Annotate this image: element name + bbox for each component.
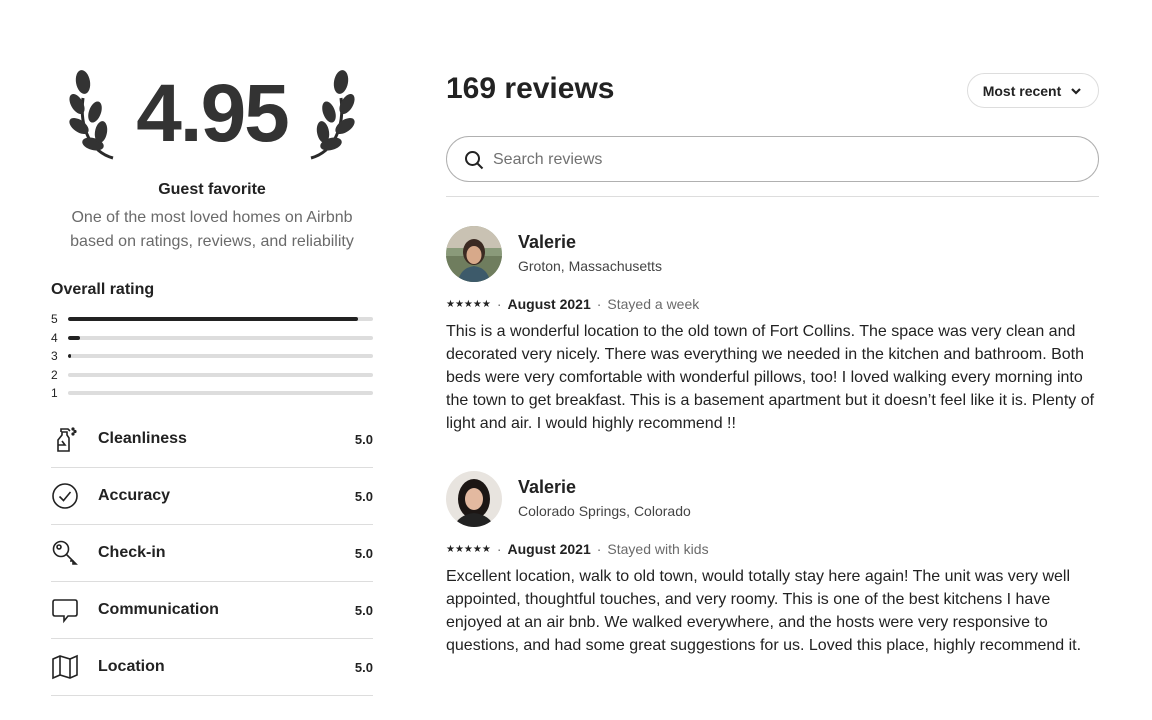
category-ratings: Cleanliness 5.0 Accuracy 5.0 Check-in 5.…	[51, 411, 373, 696]
distribution-row-2: 2	[51, 367, 373, 386]
distribution-fill	[68, 335, 81, 340]
category-label: Cleanliness	[98, 430, 187, 447]
guest-favorite-desc-line1: One of the most loved homes on Airbnb	[71, 209, 353, 226]
sort-dropdown-button[interactable]: Most recent	[967, 73, 1099, 108]
distribution-label: 3	[51, 349, 58, 363]
distribution-track	[68, 335, 373, 340]
distribution-track	[68, 391, 373, 395]
reviewer-location: Groton, Massachusetts	[518, 258, 662, 274]
distribution-track	[68, 317, 373, 321]
guest-favorite-hero: 4.95	[51, 60, 373, 170]
distribution-label: 1	[51, 386, 58, 400]
sort-label: Most recent	[982, 82, 1062, 99]
review-date: August 2021	[507, 541, 591, 557]
divider	[446, 196, 1099, 197]
distribution-row-3: 3	[51, 348, 373, 367]
category-label: Location	[98, 658, 165, 675]
distribution-fill	[68, 354, 72, 358]
distribution-label: 5	[51, 312, 58, 326]
distribution-label: 2	[51, 367, 58, 382]
chat-bubble-icon	[52, 599, 78, 624]
category-value: 5.0	[354, 603, 373, 618]
distribution-label: 4	[51, 330, 58, 345]
laurel-right-icon	[310, 70, 355, 160]
distribution-row-4: 4	[51, 330, 373, 349]
category-accuracy: Accuracy 5.0	[51, 468, 373, 525]
distribution-track	[68, 372, 373, 377]
category-value: 5.0	[354, 489, 373, 504]
distribution-row-5: 5	[51, 311, 373, 330]
avatar[interactable]	[446, 471, 502, 527]
reviews-count-title: 169 reviews	[446, 72, 615, 105]
reviewer-location: Colorado Springs, Colorado	[518, 503, 691, 519]
check-circle-icon	[52, 483, 78, 509]
distribution-fill	[68, 317, 358, 321]
overall-rating-title: Overall rating	[51, 281, 155, 298]
review-date: August 2021	[507, 296, 591, 312]
reviewer-name: Valerie	[518, 232, 577, 252]
category-value: 5.0	[354, 660, 373, 675]
category-label: Check-in	[98, 544, 166, 561]
rating-distribution: 5 4 3 2 1	[51, 311, 373, 404]
avatar[interactable]	[446, 226, 502, 282]
separator-dot: ·	[496, 296, 502, 312]
separator-dot: ·	[596, 296, 602, 312]
category-label: Communication	[98, 601, 219, 618]
map-icon	[52, 654, 78, 680]
stay-type: Stayed a week	[607, 296, 700, 312]
guest-favorite-description: One of the most loved homes on Airbnb ba…	[51, 206, 373, 254]
chevron-down-icon	[1071, 87, 1082, 95]
search-reviews-input[interactable]	[493, 147, 1073, 173]
reviewer-name: Valerie	[518, 477, 577, 497]
distribution-track	[68, 354, 373, 358]
category-value: 5.0	[354, 546, 373, 561]
category-check-in: Check-in 5.0	[51, 525, 373, 582]
guest-favorite-desc-line2: based on ratings, reviews, and reliabili…	[70, 233, 354, 250]
star-rating-icon: ★★★★★	[446, 298, 491, 310]
search-icon	[465, 151, 484, 170]
key-icon	[52, 540, 78, 565]
category-location: Location 5.0	[51, 639, 373, 696]
category-cleanliness: Cleanliness 5.0	[51, 411, 373, 468]
star-rating-icon: ★★★★★	[446, 543, 491, 555]
guest-favorite-title: Guest favorite	[158, 181, 266, 198]
review-text: This is a wonderful location to the old …	[446, 323, 1095, 432]
review-text: Excellent location, walk to old town, wo…	[446, 568, 1082, 654]
review-meta: ★★★★★ · August 2021 · Stayed a week	[446, 296, 699, 312]
category-value: 5.0	[354, 432, 373, 447]
distribution-row-1: 1	[51, 385, 373, 404]
review-meta: ★★★★★ · August 2021 · Stayed with kids	[446, 541, 709, 557]
search-reviews-box[interactable]	[446, 136, 1099, 182]
spray-bottle-icon	[57, 427, 77, 452]
category-communication: Communication 5.0	[51, 582, 373, 639]
category-label: Accuracy	[98, 487, 171, 504]
stay-type: Stayed with kids	[607, 541, 709, 557]
separator-dot: ·	[596, 541, 602, 557]
separator-dot: ·	[496, 541, 502, 557]
